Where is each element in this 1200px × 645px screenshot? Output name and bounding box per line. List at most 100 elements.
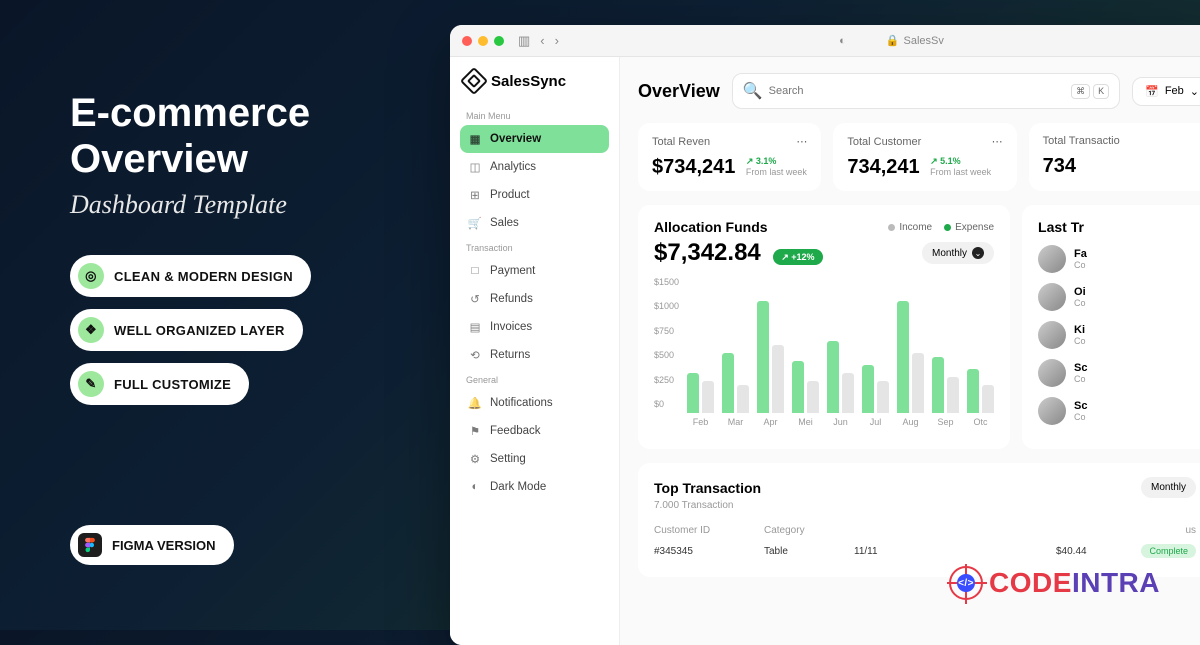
sidebar-toggle-icon[interactable]: ▥ [518, 33, 530, 49]
stat-customer: Total Customer⋯ 734,241 ↗ 5.1%From last … [833, 123, 1016, 191]
nav-returns[interactable]: ⟲Returns [460, 341, 609, 369]
browser-window: ▥ ‹ › ◐ 🔒SalesSv SalesSync Main Menu ▦Ov… [450, 25, 1200, 645]
allocation-title: Allocation Funds [654, 219, 768, 235]
top-tr-subtitle: 7.000 Transaction [654, 500, 1196, 511]
avatar [1038, 397, 1066, 425]
cart-icon: 🛒 [468, 216, 482, 230]
bar-group: Jun [827, 293, 854, 427]
avatar [1038, 321, 1066, 349]
search-input[interactable] [769, 85, 1065, 97]
more-icon[interactable]: ⋯ [796, 135, 807, 148]
window-titlebar: ▥ ‹ › ◐ 🔒SalesSv [450, 25, 1200, 57]
bar-group: Otc [967, 293, 994, 427]
period-toggle[interactable]: Monthly⌄ [922, 242, 994, 264]
nav-feedback[interactable]: ⚑Feedback [460, 417, 609, 445]
nav-sales[interactable]: 🛒Sales [460, 209, 609, 237]
allocation-card: Allocation Funds Income Expense $7,342.8… [638, 205, 1010, 449]
flag-icon: ⚑ [468, 424, 482, 438]
nav-analytics[interactable]: ◫Analytics [460, 153, 609, 181]
stat-customer-value: 734,241 [847, 156, 919, 179]
nav-section-main: Main Menu [460, 105, 609, 125]
nav-setting[interactable]: ⚙Setting [460, 445, 609, 473]
last-transactions-card: Last Tr FaCo OiCo KiCo ScCo ScCo [1022, 205, 1200, 449]
search-box[interactable]: 🔍 ⌘K [732, 73, 1120, 109]
main-content: OverView 🔍 ⌘K 📅Feb⌄ Total Reven⋯ $734,24… [620, 57, 1200, 645]
nav-section-transaction: Transaction [460, 237, 609, 257]
bar-group: Aug [897, 293, 924, 427]
transaction-item[interactable]: ScCo [1038, 359, 1196, 387]
transaction-item[interactable]: ScCo [1038, 397, 1196, 425]
stat-transaction: Total Transactio 734 [1029, 123, 1200, 191]
layers-icon: ❖ [78, 317, 104, 343]
search-icon: 🔍 [743, 81, 763, 101]
avatar [1038, 245, 1066, 273]
brand[interactable]: SalesSync [460, 71, 609, 91]
brand-logo-icon [460, 67, 488, 95]
moon-icon: ◐ [468, 480, 482, 494]
nav-section-general: General [460, 369, 609, 389]
minimize-dot-icon[interactable] [478, 36, 488, 46]
topbar: OverView 🔍 ⌘K 📅Feb⌄ [638, 73, 1200, 109]
bar-group: Feb [687, 293, 714, 427]
transaction-item[interactable]: KiCo [1038, 321, 1196, 349]
nav-refunds[interactable]: ↺Refunds [460, 285, 609, 313]
bar-group: Jul [862, 293, 889, 427]
table-row[interactable]: #345345Table11/11$40.44Complete [654, 540, 1196, 563]
maximize-dot-icon[interactable] [494, 36, 504, 46]
nav-payment[interactable]: □Payment [460, 257, 609, 285]
crosshair-icon: </> [949, 566, 983, 600]
page-title: OverView [638, 81, 720, 102]
feature-pill-organized: ❖WELL ORGANIZED LAYER [70, 309, 303, 351]
allocation-delta-badge: ↗ +12% [773, 249, 822, 265]
transaction-item[interactable]: OiCo [1038, 283, 1196, 311]
nav-overview[interactable]: ▦Overview [460, 125, 609, 153]
feature-pill-customize: ✎FULL CUSTOMIZE [70, 363, 249, 405]
grid-icon: ▦ [468, 132, 482, 146]
bar-group: Mei [792, 293, 819, 427]
top-transaction-card: Top Transaction Monthly 7.000 Transactio… [638, 463, 1200, 577]
chart-icon: ◫ [468, 160, 482, 174]
gear-icon: ⚙ [468, 452, 482, 466]
chevron-down-icon: ⌄ [972, 247, 984, 259]
nav-darkmode[interactable]: ◐Dark Mode [460, 473, 609, 501]
wallet-icon: □ [468, 264, 482, 278]
transaction-item[interactable]: FaCo [1038, 245, 1196, 273]
calendar-icon: 📅 [1145, 85, 1159, 98]
close-dot-icon[interactable] [462, 36, 472, 46]
sidebar: SalesSync Main Menu ▦Overview ◫Analytics… [450, 57, 620, 645]
date-filter-button[interactable]: 📅Feb⌄ [1132, 77, 1200, 106]
promo-title: E-commerce Overview [70, 90, 430, 182]
stat-revenue-value: $734,241 [652, 156, 735, 179]
stat-revenue: Total Reven⋯ $734,241 ↗ 3.1%From last we… [638, 123, 821, 191]
allocation-amount: $7,342.84 [654, 239, 761, 266]
nav-product[interactable]: ⊞Product [460, 181, 609, 209]
url-display[interactable]: 🔒SalesSv [886, 34, 944, 47]
allocation-chart: $1500$1000$750$500$250$0 FebMarAprMeiJun… [654, 277, 994, 427]
status-badge: Complete [1141, 544, 1196, 558]
figma-icon [78, 533, 102, 557]
stats-row: Total Reven⋯ $734,241 ↗ 3.1%From last we… [638, 123, 1200, 191]
chevron-down-icon: ⌄ [1190, 85, 1199, 98]
last-tr-title: Last Tr [1038, 219, 1196, 235]
more-icon[interactable]: ⋯ [992, 135, 1003, 148]
invoice-icon: ▤ [468, 320, 482, 334]
shield-icon[interactable]: ◐ [839, 35, 846, 47]
edit-icon: ✎ [78, 371, 104, 397]
bar-group: Mar [722, 293, 749, 427]
nav-back-icon[interactable]: ‹ [540, 33, 544, 49]
box-icon: ⊞ [468, 188, 482, 202]
promo-subtitle: Dashboard Template [70, 190, 430, 220]
figma-version-pill: FIGMA VERSION [70, 525, 234, 565]
stat-transaction-value: 734 [1043, 155, 1076, 178]
nav-forward-icon[interactable]: › [555, 33, 559, 49]
refund-icon: ↺ [468, 292, 482, 306]
bell-icon: 🔔 [468, 396, 482, 410]
avatar [1038, 359, 1066, 387]
top-tr-period[interactable]: Monthly [1141, 477, 1196, 498]
codeintra-watermark: </> CODEINTRA [949, 566, 1160, 600]
nav-notifications[interactable]: 🔔Notifications [460, 389, 609, 417]
top-tr-title: Top Transaction [654, 480, 761, 496]
bar-group: Sep [932, 293, 959, 427]
avatar [1038, 283, 1066, 311]
nav-invoices[interactable]: ▤Invoices [460, 313, 609, 341]
